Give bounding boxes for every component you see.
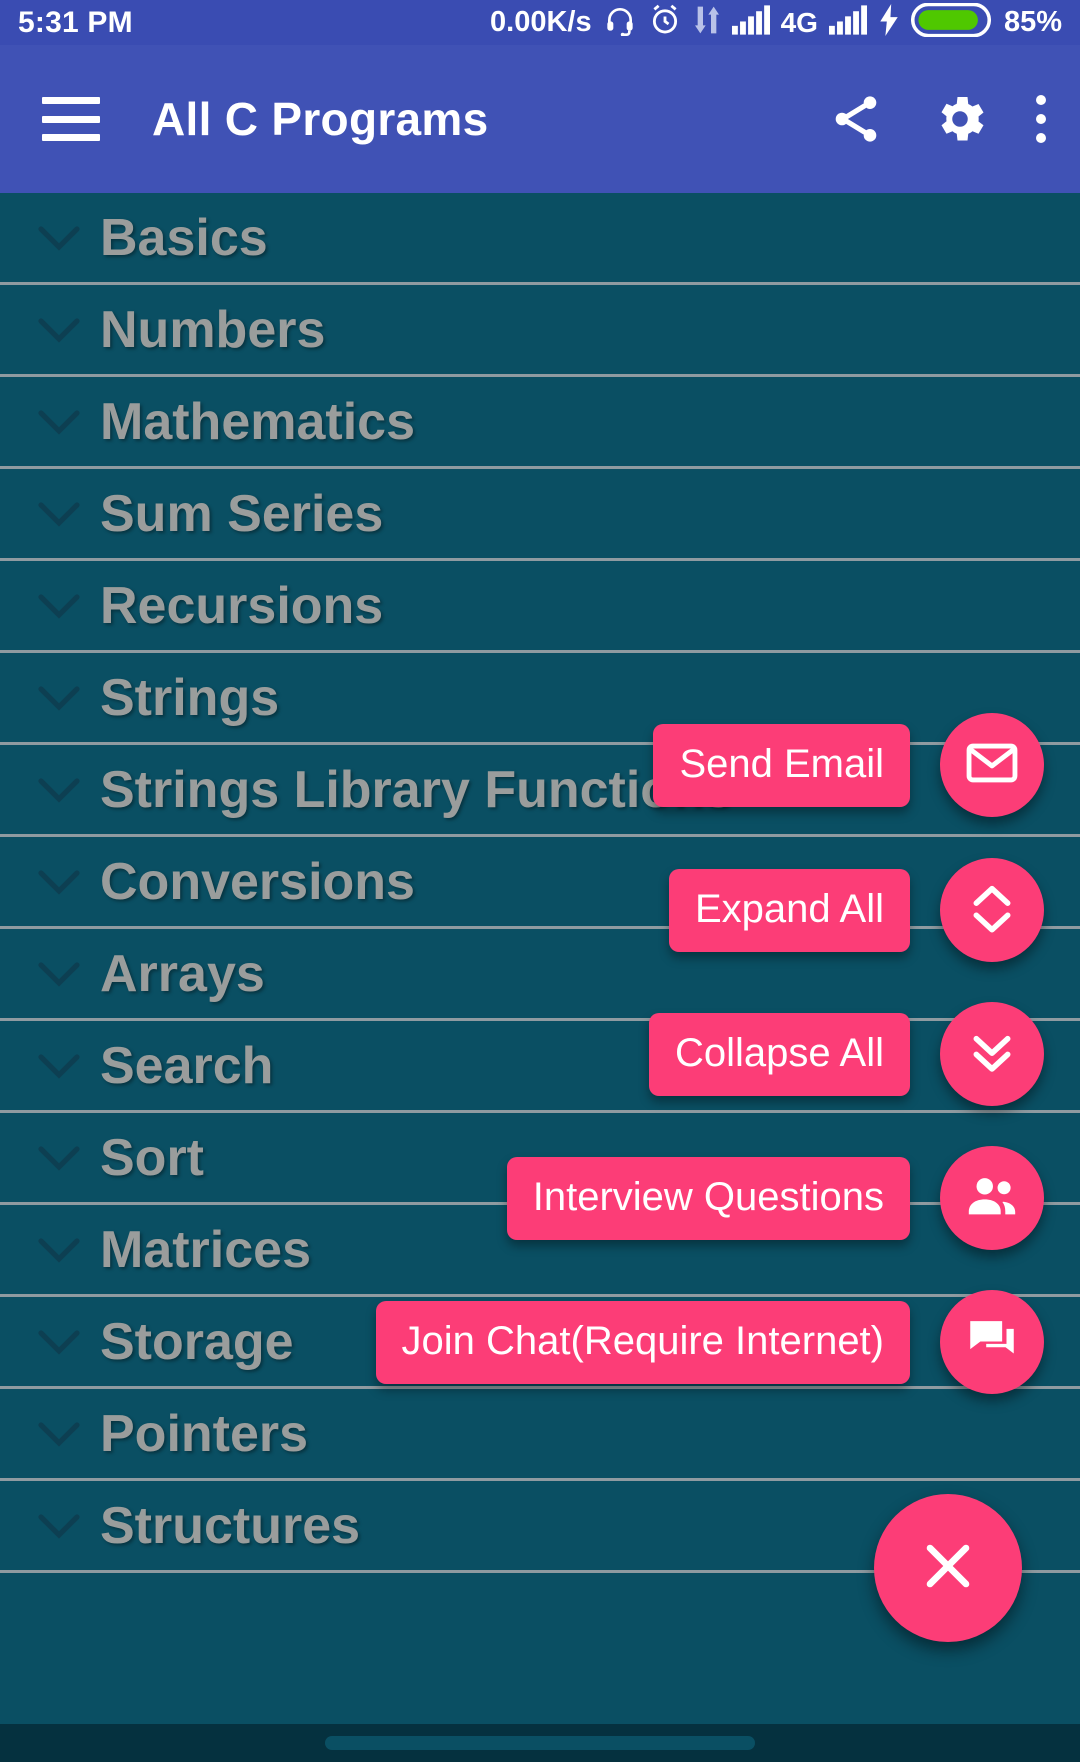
status-bar: 5:31 PM 0.00K/s 4G 85% — [0, 0, 1080, 45]
list-item-label: Pointers — [100, 1404, 309, 1463]
list-item-label: Arrays — [100, 944, 265, 1003]
envelope-icon — [963, 734, 1021, 797]
status-time: 5:31 PM — [18, 5, 133, 39]
list-item[interactable]: Sum Series — [0, 469, 1080, 561]
list-item[interactable]: Pointers — [0, 1389, 1080, 1481]
status-indicators: 0.00K/s 4G 85% — [490, 2, 1062, 42]
list-item-label: Sum Series — [100, 484, 384, 543]
chevron-down-icon — [36, 777, 82, 803]
chevron-down-icon — [36, 409, 82, 435]
chevron-down-icon — [36, 317, 82, 343]
send-email-fab[interactable] — [940, 713, 1044, 817]
chevron-down-icon — [36, 1145, 82, 1171]
network-speed-text: 0.00K/s — [490, 6, 592, 38]
chevron-down-icon — [36, 869, 82, 895]
list-item-label: Recursions — [100, 576, 384, 635]
speed-dial-label[interactable]: Collapse All — [648, 1012, 910, 1096]
chat-bubble-icon — [963, 1311, 1021, 1374]
chevron-down-icon — [36, 1421, 82, 1447]
list-item-label: Strings Library Functions — [100, 760, 733, 819]
hamburger-menu-icon[interactable] — [42, 97, 100, 141]
people-icon — [963, 1167, 1021, 1230]
speed-dial-close-button[interactable] — [874, 1494, 1022, 1642]
chevron-down-icon — [36, 1053, 82, 1079]
overflow-menu-icon[interactable] — [1036, 95, 1046, 143]
close-x-icon — [912, 1530, 984, 1607]
list-item-label: Structures — [100, 1496, 361, 1555]
join-chat-fab[interactable] — [940, 1290, 1044, 1394]
charging-bolt-icon — [878, 4, 900, 41]
list-item-label: Storage — [100, 1312, 294, 1371]
list-item-label: Sort — [100, 1128, 204, 1187]
chevron-down-icon — [36, 225, 82, 251]
headphone-icon — [603, 4, 637, 41]
list-item-label: Search — [100, 1036, 274, 1095]
speed-dial-label[interactable]: Interview Questions — [506, 1156, 910, 1240]
list-item-label: Conversions — [100, 852, 415, 911]
signal-icon — [828, 5, 867, 40]
share-icon[interactable] — [828, 91, 884, 147]
expand-all-fab[interactable] — [940, 858, 1044, 962]
chevron-down-icon — [36, 1329, 82, 1355]
speed-dial-item-join-chat[interactable]: Join Chat(Require Internet) — [375, 1290, 1044, 1394]
network-type-text: 4G — [780, 6, 818, 38]
chevron-down-icon — [36, 593, 82, 619]
interview-questions-fab[interactable] — [940, 1146, 1044, 1250]
home-indicator[interactable] — [325, 1736, 755, 1750]
chevron-down-icon — [36, 501, 82, 527]
chevron-down-icon — [36, 961, 82, 987]
speed-dial-item-interview-questions[interactable]: Interview Questions — [506, 1146, 1044, 1250]
list-item-label: Numbers — [100, 300, 326, 359]
list-item-label: Basics — [100, 208, 268, 267]
gear-icon[interactable] — [930, 89, 990, 149]
list-item-label: Strings — [100, 668, 280, 727]
list-item-label: Mathematics — [100, 392, 415, 451]
speed-dial-label[interactable]: Expand All — [668, 868, 910, 952]
battery-percent-text: 85% — [1003, 6, 1062, 38]
double-chevron-down-icon — [963, 1023, 1021, 1086]
list-item[interactable]: Mathematics — [0, 377, 1080, 469]
chevron-down-icon — [36, 1237, 82, 1263]
system-navigation-bar — [0, 1724, 1080, 1762]
battery-icon — [910, 2, 991, 42]
list-item[interactable]: Numbers — [0, 285, 1080, 377]
alarm-icon — [648, 3, 682, 42]
signal-icon — [731, 5, 770, 40]
list-item-label: Matrices — [100, 1220, 311, 1279]
data-transfer-icon — [693, 4, 721, 41]
expand-vertical-chevrons-icon — [963, 879, 1021, 942]
speed-dial-item-collapse-all[interactable]: Collapse All — [648, 1002, 1044, 1106]
speed-dial-item-expand-all[interactable]: Expand All — [668, 858, 1044, 962]
list-item[interactable]: Recursions — [0, 561, 1080, 653]
speed-dial-item-send-email[interactable]: Send Email — [653, 713, 1044, 817]
app-bar-actions — [828, 89, 1046, 149]
speed-dial-label[interactable]: Send Email — [653, 723, 910, 807]
page-title: All C Programs — [152, 93, 489, 145]
speed-dial-label[interactable]: Join Chat(Require Internet) — [375, 1300, 910, 1384]
chevron-down-icon — [36, 685, 82, 711]
list-item[interactable]: Basics — [0, 193, 1080, 285]
collapse-all-fab[interactable] — [940, 1002, 1044, 1106]
app-bar: All C Programs — [0, 45, 1080, 193]
chevron-down-icon — [36, 1513, 82, 1539]
